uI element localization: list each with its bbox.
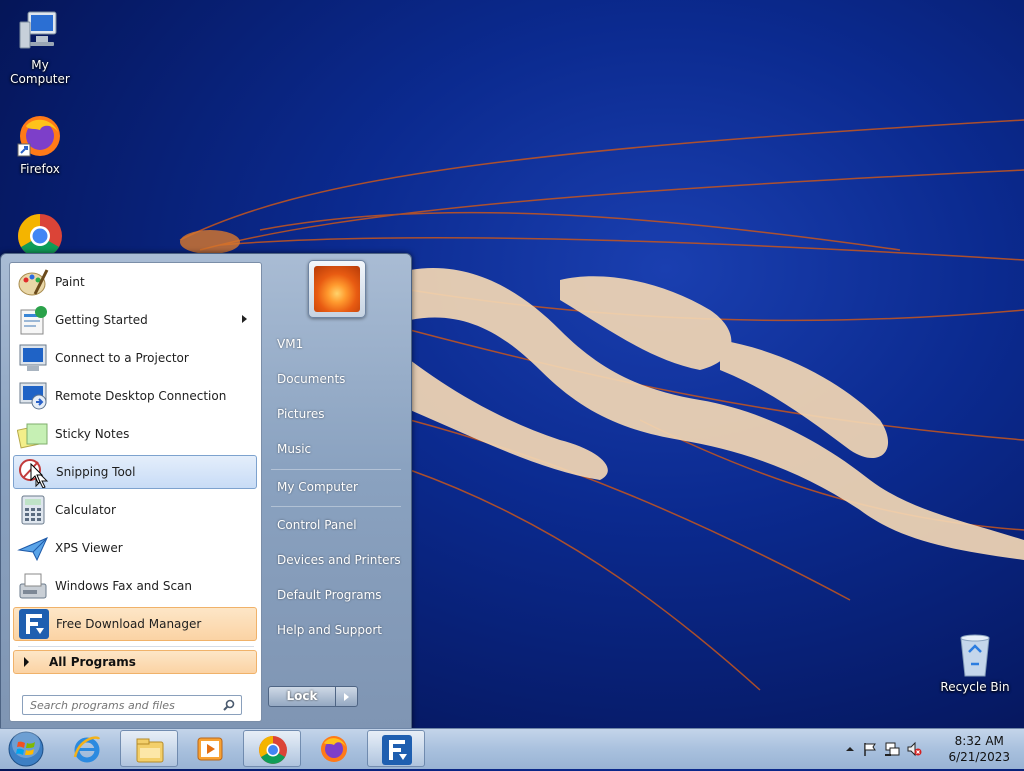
all-programs-button[interactable]: All Programs xyxy=(13,650,257,674)
program-label: XPS Viewer xyxy=(55,541,123,555)
system-tray: 8:32 AM 6/21/2023 xyxy=(834,729,1024,769)
network-icon[interactable] xyxy=(884,741,900,757)
right-item-documents[interactable]: Documents xyxy=(269,366,404,392)
desktop-icon-recycle-bin[interactable]: Recycle Bin xyxy=(935,630,1015,694)
remote-desktop-icon xyxy=(17,380,49,412)
getting-started-icon xyxy=(17,304,49,336)
xps-viewer-icon xyxy=(17,532,49,564)
taskbar-clock[interactable]: 8:32 AM 6/21/2023 xyxy=(948,733,1010,765)
program-label: Windows Fax and Scan xyxy=(55,579,193,593)
right-item-label: Default Programs xyxy=(277,588,382,602)
start-button[interactable] xyxy=(6,730,46,768)
clock-date: 6/21/2023 xyxy=(948,750,1010,764)
right-item-help-and-support[interactable]: Help and Support xyxy=(269,617,404,643)
firefox-icon xyxy=(16,112,64,160)
program-remote-desktop[interactable]: Remote Desktop Connection xyxy=(13,379,257,413)
separator xyxy=(271,506,401,507)
triangle-right-icon xyxy=(344,693,349,701)
volume-muted-icon[interactable] xyxy=(906,741,922,757)
program-label: Remote Desktop Connection xyxy=(55,389,227,403)
right-item-label: Control Panel xyxy=(277,518,357,532)
clock-time: 8:32 AM xyxy=(954,734,1004,748)
program-label: Calculator xyxy=(55,503,116,517)
action-center-flag-icon[interactable] xyxy=(862,741,878,757)
program-sticky-notes[interactable]: Sticky Notes xyxy=(13,417,257,451)
fax-scan-icon xyxy=(17,570,49,602)
desktop-icon-label: My Computer xyxy=(10,58,70,86)
taskbar-internet-explorer[interactable] xyxy=(58,730,116,767)
separator xyxy=(271,469,401,470)
triangle-right-icon xyxy=(24,657,29,667)
right-item-pictures[interactable]: Pictures xyxy=(269,401,404,427)
submenu-arrow-icon xyxy=(242,315,247,323)
right-item-label: Devices and Printers xyxy=(277,553,401,567)
right-item-user[interactable]: VM1 xyxy=(269,331,404,357)
right-item-label: Help and Support xyxy=(277,623,382,637)
media-player-icon xyxy=(197,737,223,761)
taskbar-file-explorer[interactable] xyxy=(120,730,178,767)
all-programs-label: All Programs xyxy=(49,655,136,669)
start-search-box[interactable] xyxy=(22,695,242,715)
windows-orb-icon xyxy=(8,730,44,767)
right-item-label: My Computer xyxy=(277,480,358,494)
right-item-control-panel[interactable]: Control Panel xyxy=(269,512,404,538)
program-getting-started[interactable]: Getting Started xyxy=(13,303,257,337)
program-paint[interactable]: Paint xyxy=(13,265,257,299)
program-xps-viewer[interactable]: XPS Viewer xyxy=(13,531,257,565)
program-label: Connect to a Projector xyxy=(55,351,189,365)
right-item-label: VM1 xyxy=(277,337,304,351)
shutdown-options-button[interactable] xyxy=(336,686,358,707)
recycle-bin-icon xyxy=(951,630,999,678)
right-item-label: Music xyxy=(277,442,312,456)
search-icon[interactable] xyxy=(223,699,235,711)
right-item-music[interactable]: Music xyxy=(269,436,404,462)
taskbar-media-player[interactable] xyxy=(181,730,239,767)
taskbar-chrome[interactable] xyxy=(243,730,301,767)
taskbar-firefox[interactable] xyxy=(305,730,363,767)
program-connect-to-projector[interactable]: Connect to a Projector xyxy=(13,341,257,375)
internet-explorer-icon xyxy=(73,736,101,763)
fdm-icon xyxy=(18,608,50,640)
program-label: Getting Started xyxy=(55,313,148,327)
taskbar-free-download-manager[interactable] xyxy=(367,730,425,767)
program-calculator[interactable]: Calculator xyxy=(13,493,257,527)
calculator-icon xyxy=(17,494,49,526)
file-explorer-icon xyxy=(136,738,164,763)
chrome-icon xyxy=(259,736,287,764)
lock-button[interactable]: Lock xyxy=(268,686,336,707)
desktop-icon-my-computer[interactable]: My Computer xyxy=(0,8,80,86)
lock-label: Lock xyxy=(286,689,318,703)
search-input[interactable] xyxy=(23,697,223,713)
mouse-cursor-icon xyxy=(30,463,44,484)
taskbar: 8:32 AM 6/21/2023 xyxy=(0,728,1024,769)
desktop-icon-label: Firefox xyxy=(20,162,60,176)
program-label: Sticky Notes xyxy=(55,427,130,441)
desktop-icon-firefox[interactable]: Firefox xyxy=(0,112,80,176)
my-computer-icon xyxy=(16,8,64,56)
sticky-notes-icon xyxy=(16,418,49,450)
start-menu: Paint Getting Started Connect to a Proje… xyxy=(0,253,412,730)
desktop-icon-label: Recycle Bin xyxy=(940,680,1010,694)
fdm-icon xyxy=(382,735,412,765)
user-picture[interactable] xyxy=(308,260,366,318)
projector-icon xyxy=(17,342,49,374)
right-item-label: Pictures xyxy=(277,407,325,421)
program-windows-fax-and-scan[interactable]: Windows Fax and Scan xyxy=(13,569,257,603)
show-hidden-icons-icon[interactable] xyxy=(842,741,858,757)
firefox-icon xyxy=(321,736,347,762)
paint-icon xyxy=(17,266,49,298)
right-item-my-computer[interactable]: My Computer xyxy=(269,474,404,500)
program-label: Snipping Tool xyxy=(56,465,136,479)
right-item-default-programs[interactable]: Default Programs xyxy=(269,582,404,608)
program-free-download-manager[interactable]: Free Download Manager xyxy=(13,607,257,641)
user-avatar-flower-icon xyxy=(314,266,360,312)
right-item-devices-and-printers[interactable]: Devices and Printers xyxy=(269,547,404,573)
program-label: Free Download Manager xyxy=(56,617,202,631)
program-label: Paint xyxy=(55,275,85,289)
separator xyxy=(18,646,254,647)
right-item-label: Documents xyxy=(277,372,346,386)
start-menu-programs-pane: Paint Getting Started Connect to a Proje… xyxy=(9,262,262,722)
program-snipping-tool[interactable]: Snipping Tool xyxy=(13,455,257,489)
